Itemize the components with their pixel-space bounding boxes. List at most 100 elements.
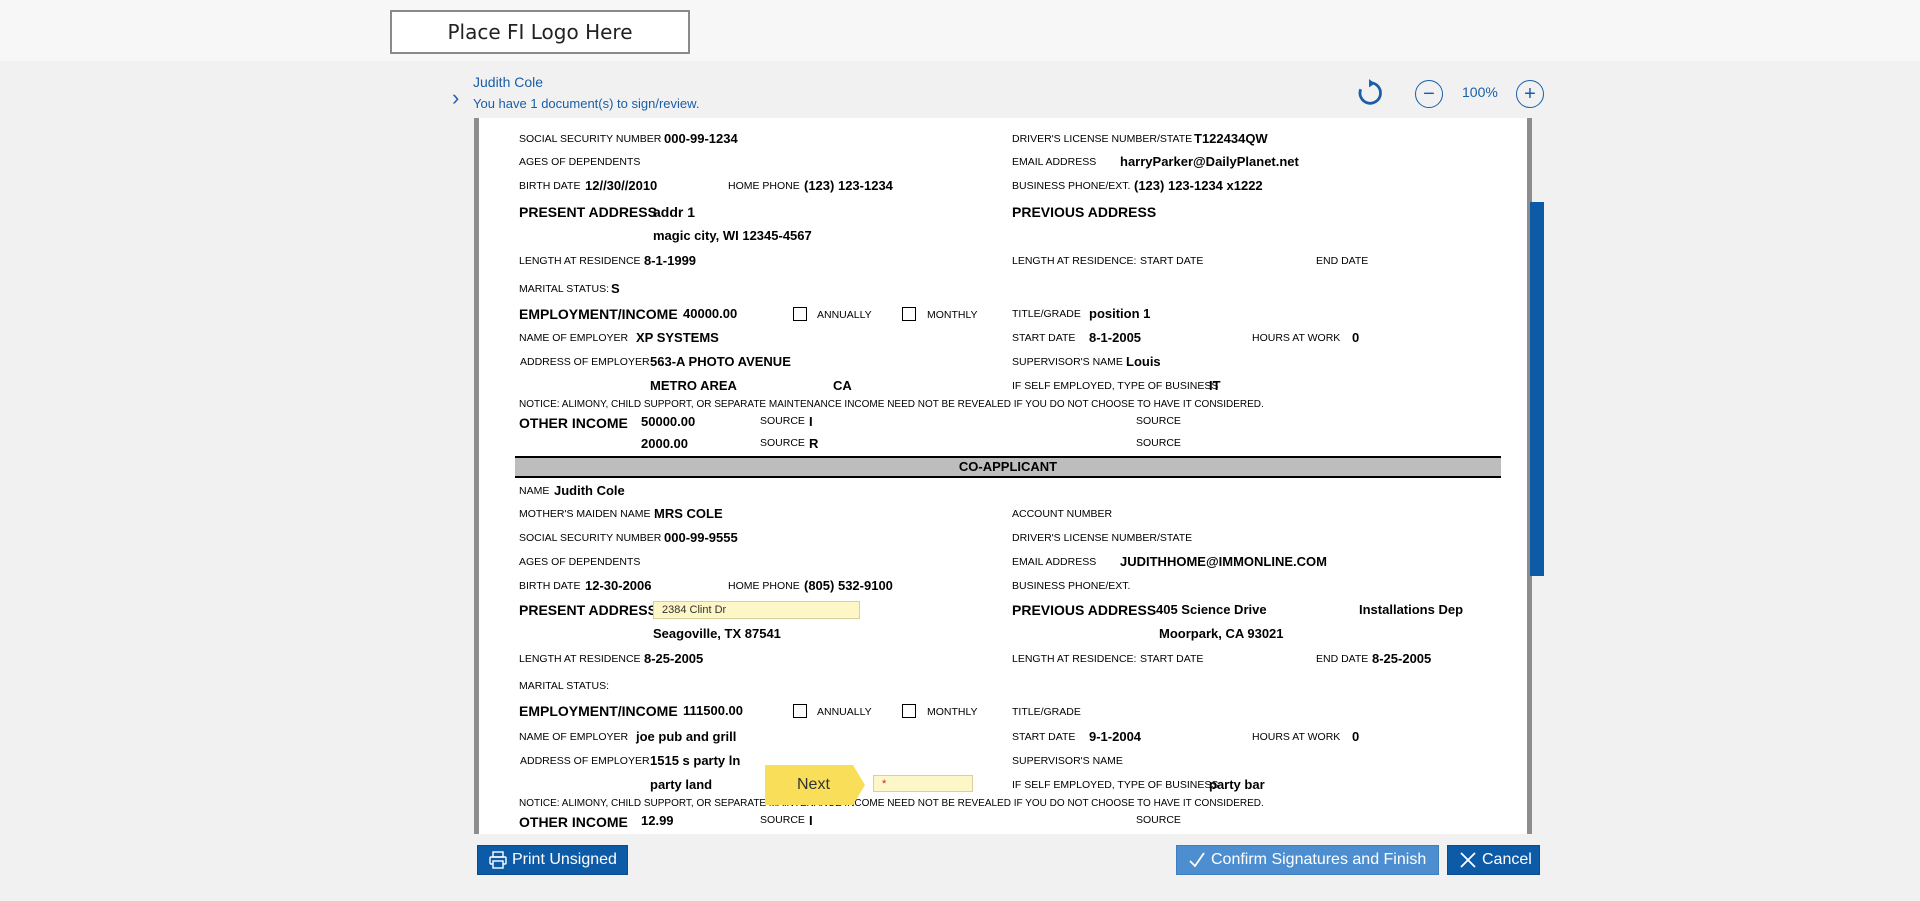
other-income-label: OTHER INCOME (519, 415, 628, 431)
email-value: harryParker@DailyPlanet.net (1120, 154, 1299, 169)
present-address-label: PRESENT ADDRESS (519, 204, 657, 220)
end-date-label: END DATE (1316, 653, 1369, 665)
length-prev-label: LENGTH AT RESIDENCE: (1012, 653, 1137, 665)
home-phone-label: HOME PHONE (728, 580, 800, 592)
employment-label: EMPLOYMENT/INCOME (519, 703, 678, 719)
annually-checkbox[interactable] (793, 307, 807, 321)
print-unsigned-button[interactable]: Print Unsigned (477, 845, 628, 875)
employer-value: joe pub and grill (636, 729, 737, 744)
hours-value: 0 (1352, 330, 1360, 345)
source-label: SOURCE (1136, 415, 1181, 427)
notice-text: NOTICE: ALIMONY, CHILD SUPPORT, OR SEPAR… (519, 798, 1264, 809)
signer-name: Judith Cole (473, 74, 544, 90)
hours-label: HOURS AT WORK (1252, 332, 1341, 344)
print-unsigned-label: Print Unsigned (512, 851, 617, 868)
employer-label: NAME OF EMPLOYER (519, 332, 629, 344)
dl-label: DRIVER'S LICENSE NUMBER/STATE (1012, 133, 1193, 145)
zoom-level: 100% (1462, 84, 1498, 100)
hours-value: 0 (1352, 729, 1360, 744)
annually-checkbox[interactable] (793, 704, 807, 718)
present-address-label: PRESENT ADDRESS (519, 602, 657, 618)
plus-icon: + (1524, 83, 1536, 105)
confirm-signatures-button[interactable]: Confirm Signatures and Finish (1176, 845, 1439, 875)
co-applicant-header: CO-APPLICANT (515, 456, 1501, 478)
previous-address-extra: Installations Dep (1359, 602, 1464, 617)
title-label: TITLE/GRADE (1012, 308, 1081, 320)
ages-label: AGES OF DEPENDENTS (519, 156, 641, 168)
marital-label: MARITAL STATUS: (519, 283, 610, 295)
zoom-out-button[interactable]: − (1415, 80, 1443, 108)
supervisor-label: SUPERVISOR'S NAME (1012, 356, 1123, 368)
email-label: EMAIL ADDRESS (1012, 156, 1097, 168)
monthly-checkbox[interactable] (902, 704, 916, 718)
home-phone-value: (805) 532-9100 (804, 578, 893, 593)
end-date-value: 8-25-2005 (1372, 651, 1432, 666)
present-address-input[interactable] (653, 601, 860, 619)
document-viewer[interactable]: SOCIAL SECURITY NUMBER 000-99-1234 DRIVE… (474, 118, 1532, 834)
employer-label: NAME OF EMPLOYER (519, 731, 629, 743)
other-income-1: 50000.00 (641, 414, 696, 429)
scrollbar-thumb[interactable] (1530, 202, 1544, 576)
ssn-value: 000-99-1234 (664, 131, 738, 146)
chevron-right-icon[interactable]: › (452, 87, 466, 109)
length-value: 8-1-1999 (644, 253, 697, 268)
refresh-button[interactable] (1356, 79, 1384, 107)
self-employed-label: IF SELF EMPLOYED, TYPE OF BUSINESS (1012, 779, 1219, 791)
employer-state-input[interactable]: * (873, 775, 973, 792)
title-label: TITLE/GRADE (1012, 706, 1081, 718)
present-address-value: addr 1 (653, 204, 696, 220)
maiden-label: MOTHER'S MAIDEN NAME (519, 508, 651, 520)
monthly-label: MONTHLY (927, 309, 978, 321)
required-marker: * (882, 778, 887, 790)
monthly-checkbox[interactable] (902, 307, 916, 321)
ssn-label: SOCIAL SECURITY NUMBER (519, 133, 662, 145)
annually-label: ANNUALLY (817, 706, 872, 718)
printer-icon (489, 851, 507, 869)
source-1: I (809, 813, 813, 828)
birth-value: 12-30-2006 (585, 578, 652, 593)
minus-icon: − (1423, 83, 1435, 105)
dl-value: T122434QW (1194, 131, 1268, 146)
home-phone-label: HOME PHONE (728, 180, 800, 192)
dl-label: DRIVER'S LICENSE NUMBER/STATE (1012, 532, 1193, 544)
close-icon (1460, 852, 1476, 868)
length-prev-label: LENGTH AT RESIDENCE: (1012, 255, 1137, 267)
name-label: NAME (519, 485, 550, 497)
present-address-line2: magic city, WI 12345-4567 (653, 228, 812, 243)
employer-address-label: ADDRESS OF EMPLOYER (520, 755, 650, 767)
cancel-button[interactable]: Cancel (1447, 845, 1540, 875)
source-2: R (809, 436, 819, 451)
zoom-in-button[interactable]: + (1516, 80, 1544, 108)
start-value: 9-1-2004 (1089, 729, 1142, 744)
top-bar: Place FI Logo Here (0, 0, 1920, 61)
source-label: SOURCE (760, 814, 805, 826)
other-income-label: OTHER INCOME (519, 814, 628, 830)
previous-address-label: PREVIOUS ADDRESS (1012, 602, 1157, 618)
biz-phone-label: BUSINESS PHONE/EXT. (1012, 180, 1131, 192)
monthly-label: MONTHLY (927, 706, 978, 718)
refresh-icon (1358, 79, 1382, 105)
email-label: EMAIL ADDRESS (1012, 556, 1097, 568)
start-date-label: START DATE (1140, 653, 1204, 665)
ages-label: AGES OF DEPENDENTS (519, 556, 641, 568)
previous-address-label: PREVIOUS ADDRESS (1012, 204, 1157, 220)
length-label: LENGTH AT RESIDENCE (519, 653, 641, 665)
self-employed-value: IT (1209, 378, 1221, 393)
home-phone-value: (123) 123-1234 (804, 178, 893, 193)
start-label: START DATE (1012, 731, 1076, 743)
email-value: JUDITHHOME@IMMONLINE.COM (1120, 554, 1327, 569)
biz-phone-label: BUSINESS PHONE/EXT. (1012, 580, 1131, 592)
source-label: SOURCE (760, 415, 805, 427)
start-value: 8-1-2005 (1089, 330, 1142, 345)
name-value: Judith Cole (554, 483, 625, 498)
self-employed-label: IF SELF EMPLOYED, TYPE OF BUSINESS (1012, 380, 1219, 392)
account-label: ACCOUNT NUMBER (1012, 508, 1113, 520)
employer-value: XP SYSTEMS (636, 330, 719, 345)
source-1: I (809, 414, 813, 429)
source-label: SOURCE (1136, 814, 1181, 826)
next-field-button[interactable]: Next (765, 765, 865, 805)
annually-label: ANNUALLY (817, 309, 872, 321)
maiden-value: MRS COLE (654, 506, 723, 521)
ssn-value: 000-99-9555 (664, 530, 738, 545)
other-income-1: 12.99 (641, 813, 674, 828)
